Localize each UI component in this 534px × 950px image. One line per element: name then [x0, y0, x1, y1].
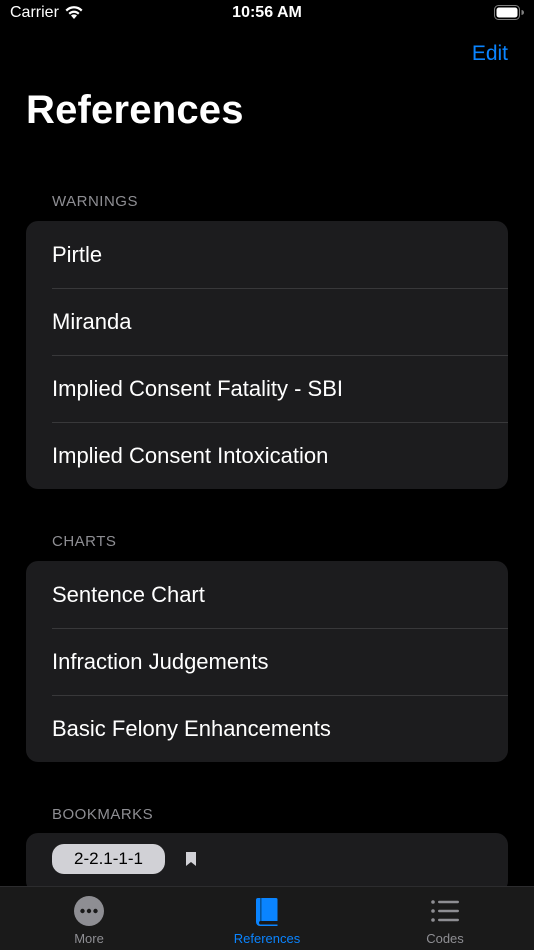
page-title: References [26, 88, 244, 132]
screen: Carrier 10:56 AM Edit References WARNING… [0, 0, 534, 950]
tab-bar: More References Codes [0, 886, 534, 950]
list-item-pirtle[interactable]: Pirtle [26, 221, 508, 288]
book-icon [256, 898, 278, 926]
section-header-bookmarks: BOOKMARKS [52, 806, 154, 823]
bookmark-row: 2-2.1-1-1 [26, 833, 508, 885]
warnings-group: Pirtle Miranda Implied Consent Fatality … [26, 221, 508, 489]
list-item-basic-felony-enhancements[interactable]: Basic Felony Enhancements [26, 695, 508, 762]
list-item-infraction-judgements[interactable]: Infraction Judgements [26, 628, 508, 695]
section-header-warnings: WARNINGS [52, 193, 138, 210]
list-icon [431, 900, 459, 922]
list-item-implied-consent-fatality[interactable]: Implied Consent Fatality - SBI [26, 355, 508, 422]
battery-icon [494, 5, 524, 20]
list-item-implied-consent-intoxication[interactable]: Implied Consent Intoxication [26, 422, 508, 489]
tab-label-references: References [233, 931, 301, 946]
tab-codes[interactable]: Codes [356, 887, 534, 950]
tab-more[interactable]: More [0, 887, 178, 950]
clock: 10:56 AM [232, 4, 302, 21]
ellipsis-circle-icon [74, 896, 104, 926]
bookmarks-group: 2-2.1-1-1 [26, 833, 508, 893]
list-item-miranda[interactable]: Miranda [26, 288, 508, 355]
tab-references[interactable]: References [178, 887, 356, 950]
status-bar: Carrier 10:56 AM [0, 0, 534, 30]
bookmark-icon [185, 852, 196, 866]
charts-group: Sentence Chart Infraction Judgements Bas… [26, 561, 508, 762]
edit-button[interactable]: Edit [472, 42, 508, 66]
list-item-sentence-chart[interactable]: Sentence Chart [26, 561, 508, 628]
tab-label-more: More [74, 931, 104, 946]
section-header-charts: CHARTS [52, 533, 117, 550]
bookmark-chip[interactable]: 2-2.1-1-1 [52, 844, 165, 874]
tab-label-codes: Codes [426, 931, 464, 946]
